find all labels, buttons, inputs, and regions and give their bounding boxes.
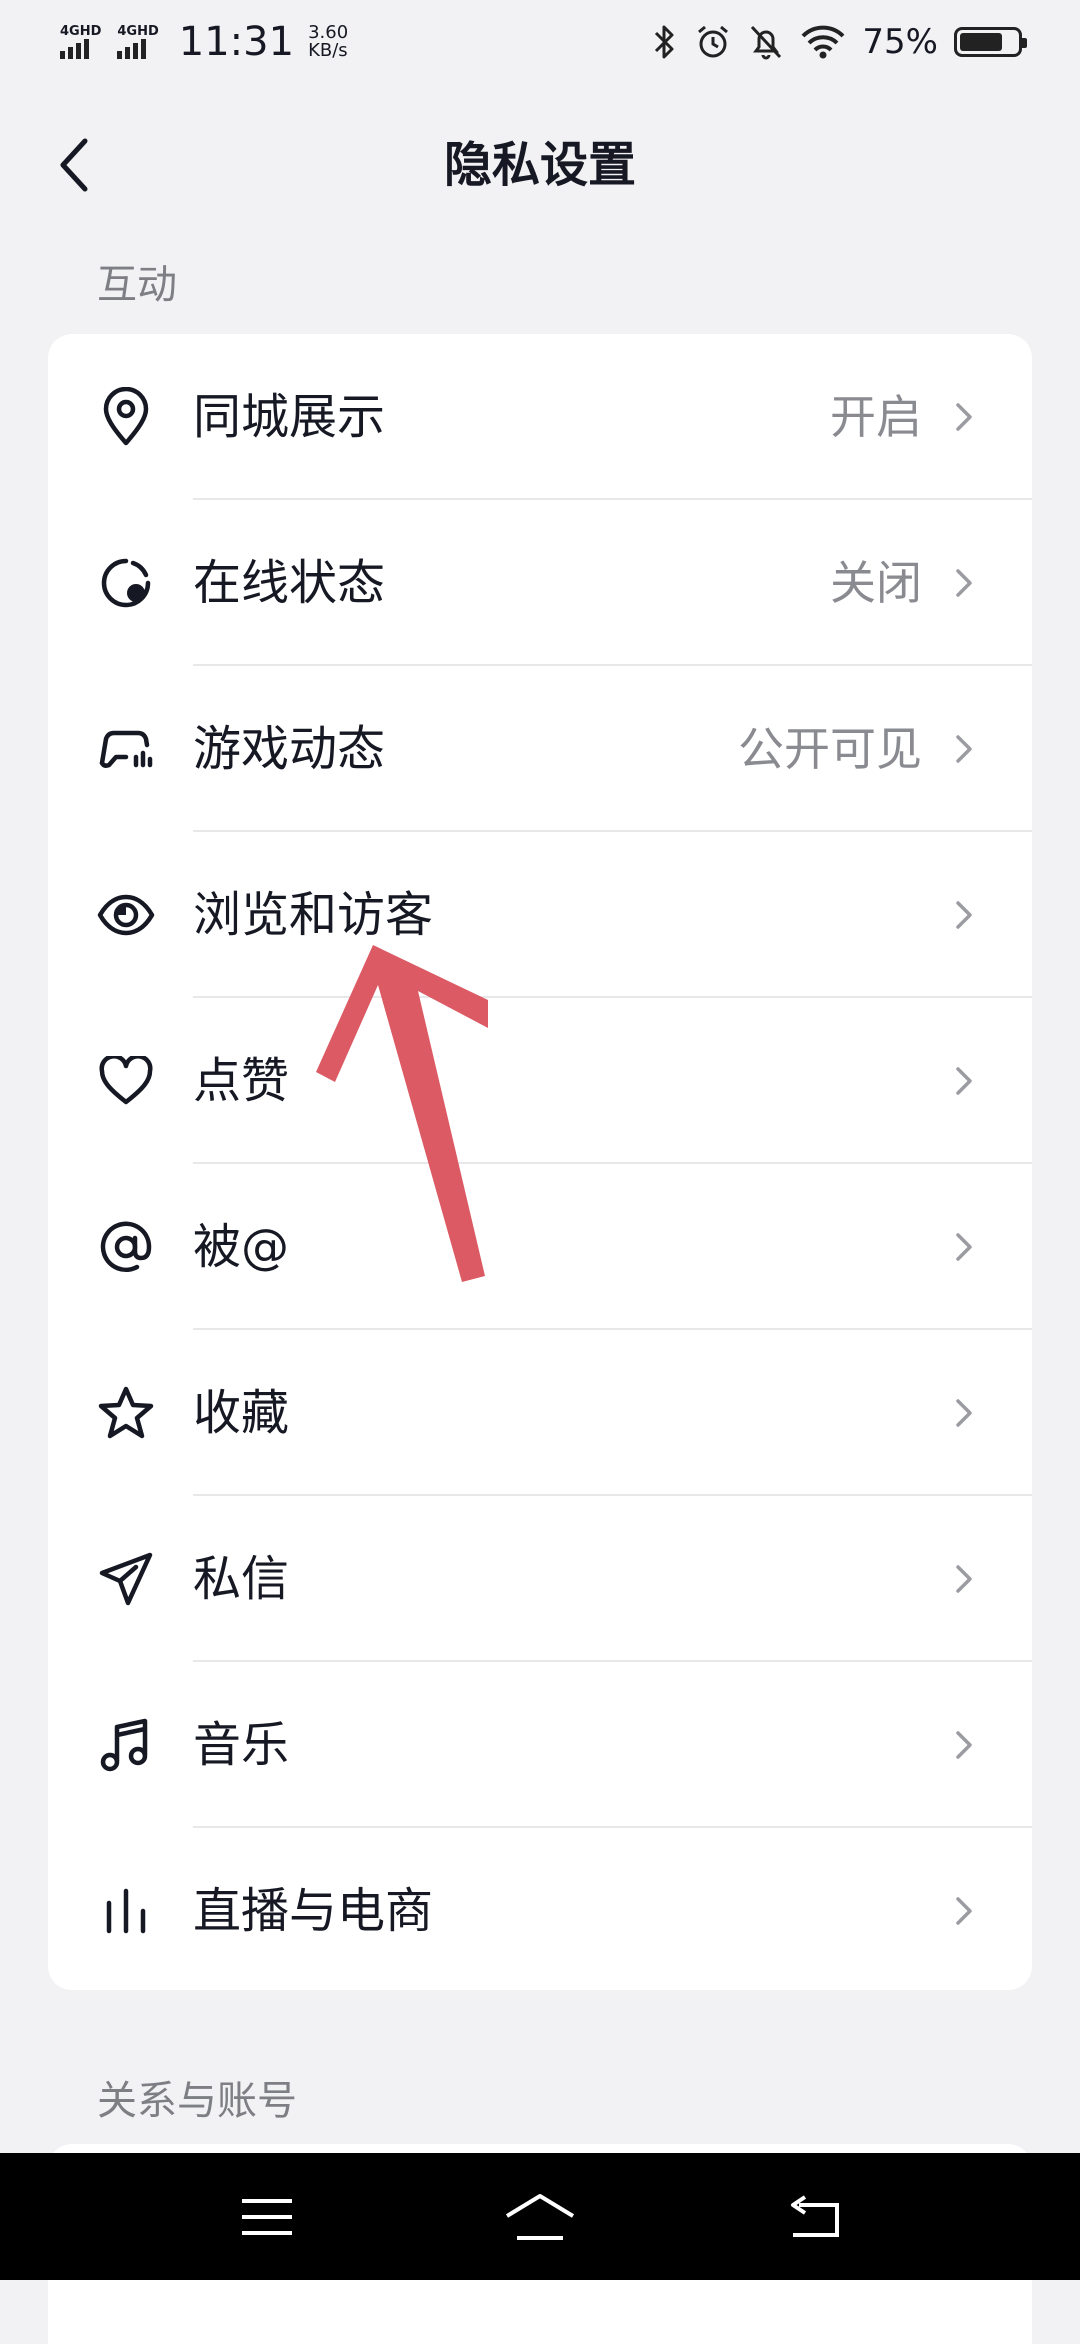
status-bar: 4GHD 4GHD 11:31 3.60 KB/s 75%: [0, 0, 1080, 84]
header: 隐私设置: [0, 100, 1080, 230]
network-speed-unit: KB/s: [308, 40, 348, 61]
star-icon: [96, 1383, 156, 1443]
settings-row-game-activity[interactable]: 游戏动态 公开可见: [48, 666, 1032, 832]
signal-2-bars-icon: [117, 39, 147, 59]
settings-row-label: 在线状态: [193, 555, 386, 611]
back-button[interactable]: [40, 130, 110, 200]
system-navigation-bar: [0, 2153, 1080, 2280]
signal-1-bars-icon: [60, 39, 89, 59]
settings-row-label: 游戏动态: [193, 721, 386, 777]
signal-2: 4GHD: [117, 24, 159, 59]
system-back-button[interactable]: [773, 2177, 853, 2257]
settings-row-music[interactable]: 音乐: [48, 1662, 1032, 1828]
chevron-left-icon: [60, 138, 88, 192]
interaction-settings-card: 同城展示 开启 在线状态 关闭 游戏动态 公开可见 浏览和访客 点赞 被@ 收藏…: [48, 334, 1032, 1990]
settings-row-label: 收藏: [193, 1385, 290, 1441]
settings-row-value: 开启: [830, 390, 922, 444]
settings-row-online-status[interactable]: 在线状态 关闭: [48, 500, 1032, 666]
settings-row-label: 点赞: [193, 1053, 290, 1109]
settings-row-label: 浏览和访客: [193, 887, 434, 943]
settings-row-label: 直播与电商: [193, 1883, 434, 1939]
bluetooth-icon: [655, 25, 674, 59]
signal-1: 4GHD: [60, 25, 101, 59]
wifi-icon: [801, 25, 845, 59]
page-title: 隐私设置: [443, 137, 636, 193]
music-note-icon: [96, 1715, 156, 1775]
chevron-right-icon: [948, 1563, 980, 1595]
recent-apps-button[interactable]: [227, 2177, 307, 2257]
battery-percent: 75%: [862, 22, 938, 62]
send-icon: [96, 1549, 156, 1609]
chevron-right-icon: [948, 1729, 980, 1761]
at-sign-icon: [96, 1217, 156, 1277]
settings-row-live-ecommerce[interactable]: 直播与电商: [48, 1828, 1032, 1990]
settings-row-label: 私信: [193, 1551, 290, 1607]
online-status-icon: [96, 553, 156, 613]
chevron-right-icon: [948, 1397, 980, 1429]
home-button[interactable]: [500, 2177, 580, 2257]
settings-row-label: 同城展示: [193, 389, 386, 445]
settings-row-views-visitors[interactable]: 浏览和访客: [48, 832, 1032, 998]
settings-row-direct-messages[interactable]: 私信: [48, 1496, 1032, 1662]
settings-row-mentions[interactable]: 被@: [48, 1164, 1032, 1330]
eye-icon: [96, 885, 156, 945]
status-bar-right: 75%: [652, 22, 1027, 62]
home-icon: [505, 2193, 575, 2240]
game-controller-icon: [96, 719, 156, 779]
chevron-right-icon: [948, 1065, 980, 1097]
chevron-right-icon: [948, 567, 980, 599]
signal-1-label: 4GHD: [60, 24, 102, 39]
back-icon: [791, 2194, 840, 2237]
chevron-right-icon: [948, 899, 980, 931]
live-bars-icon: [96, 1881, 156, 1941]
section-title-interaction: 互动: [97, 262, 177, 308]
section-title-relationship-account: 关系与账号: [97, 2078, 297, 2124]
battery-fill: [960, 33, 1002, 51]
chevron-right-icon: [948, 401, 980, 433]
settings-row-local-display[interactable]: 同城展示 开启: [48, 334, 1032, 500]
settings-row-label: 被@: [193, 1219, 290, 1275]
settings-row-label: 音乐: [193, 1717, 290, 1773]
settings-row-value: 关闭: [830, 556, 922, 610]
signal-2-label: 4GHD: [117, 24, 159, 39]
settings-row-value: 公开可见: [738, 722, 922, 776]
network-speed: 3.60 KB/s: [308, 24, 348, 60]
alarm-icon: [698, 25, 729, 58]
chevron-right-icon: [948, 1895, 980, 1927]
location-pin-icon: [96, 387, 156, 447]
chevron-right-icon: [948, 733, 980, 765]
heart-icon: [96, 1051, 156, 1111]
settings-row-likes[interactable]: 点赞: [48, 998, 1032, 1164]
bell-off-icon: [751, 25, 782, 60]
status-bar-left: 4GHD 4GHD 11:31 3.60 KB/s: [60, 19, 348, 65]
settings-row-favorites[interactable]: 收藏: [48, 1330, 1032, 1496]
clock: 11:31: [178, 19, 295, 65]
battery-icon: [954, 27, 1027, 57]
chevron-right-icon: [948, 1231, 980, 1263]
menu-icon: [241, 2198, 292, 2235]
